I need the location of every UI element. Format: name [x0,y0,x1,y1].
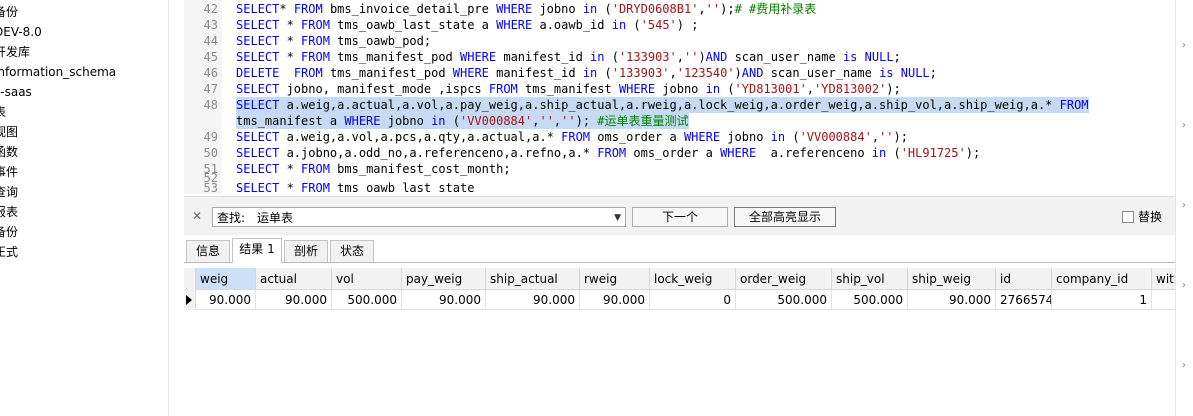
tree-node[interactable]: 备份 [0,222,18,242]
tree-node[interactable]: DEV-8.0 [0,22,42,42]
code-line[interactable]: 47 SELECT jobno, manifest_mode ,ispcs FRO… [184,81,1175,97]
tab-result-1[interactable]: 结果 1 [232,238,282,263]
column-header-actual[interactable]: actual [256,268,332,290]
code-text: SELECT * FROM tms_manifest_pod WHERE man… [236,50,901,64]
tab-status[interactable]: 状态 [330,240,374,262]
column-header-order-weig[interactable]: order_weig [736,268,832,290]
code-text: SELECT * FROM tms_oawb_last_state [236,181,475,194]
code-text: SELECT * FROM tms_oawb_last_state a WHER… [236,18,699,32]
chevron-right-icon[interactable]: › [1182,120,1186,131]
grid-cell[interactable]: 500.000 [332,290,402,310]
row-indicator[interactable] [184,290,196,310]
column-header-lock-weig[interactable]: lock_weig [650,268,736,290]
code-text: SELECT* FROM bms_invoice_detail_pre WHER… [236,2,817,16]
code-line[interactable]: 49 SELECT a.weig,a.vol,a.pcs,a.qty,a.actu… [184,129,1175,145]
line-number: 44 [203,34,218,48]
line-number: 49 [203,130,218,144]
code-line[interactable]: 43 SELECT * FROM tms_oawb_last_state a WH… [184,17,1175,33]
code-text: SELECT a.weig,a.vol,a.pcs,a.qty,a.actual… [236,130,908,144]
line-number: 48 [203,98,218,112]
grid-cell[interactable]: 90.000 [256,290,332,310]
code-line[interactable]: 45 SELECT * FROM tms_manifest_pod WHERE m… [184,49,1175,65]
code-line[interactable]: 46 DELETE FROM tms_manifest_pod WHERE man… [184,65,1175,81]
column-header-id[interactable]: id [996,268,1052,290]
column-header-company-id[interactable]: company_id [1052,268,1152,290]
code-text: SELECT jobno, manifest_mode ,ispcs FROM … [236,82,901,96]
tab-info[interactable]: 信息 [186,240,230,262]
line-number: 45 [203,50,218,64]
code-line[interactable]: 48 SELECT a.weig,a.actual,a.vol,a.pay_wei… [184,97,1175,113]
code-line[interactable]: 44 SELECT * FROM tms_oawb_pod; [184,33,1175,49]
tree-node[interactable]: information_schema [0,62,116,82]
grid-cell[interactable]: 2766574 [996,290,1052,310]
line-number: 42 [203,2,218,16]
code-line[interactable]: 50 SELECT a.jobno,a.odd_no,a.referenceno,… [184,145,1175,161]
tree-node[interactable]: 表 [0,102,6,122]
tree-node[interactable]: 函数 [0,142,18,162]
replace-label: 替换 [1138,210,1163,224]
grid-cell[interactable]: 500.000 [832,290,908,310]
column-header-with[interactable]: with [1152,268,1175,290]
grid-cell[interactable]: 1 [1052,290,1152,310]
grid-cell[interactable]: 90.000 [580,290,650,310]
line-number: 43 [203,18,218,32]
tree-node[interactable]: 开发库 [0,42,30,62]
chevron-down-icon[interactable]: ▼ [614,210,621,226]
chevron-right-icon[interactable]: › [1182,360,1186,371]
grid-cell[interactable]: 0 [650,290,736,310]
code-line[interactable]: 42 SELECT* FROM bms_invoice_detail_pre WH… [184,1,1175,17]
code-line[interactable]: 53 SELECT * FROM tms_oawb_last_state [184,180,1175,194]
grid-cell[interactable]: 90.000 [486,290,580,310]
code-text: DELETE FROM tms_manifest_pod WHERE manif… [236,66,937,80]
find-label: 查找: [217,211,246,225]
find-bar: ✕ 查找: ▼ 下一个 全部高亮显示 替换 [184,196,1175,235]
column-header-rweig[interactable]: rweig [580,268,650,290]
column-header-ship-actual[interactable]: ship_actual [486,268,580,290]
find-input[interactable] [257,209,597,225]
result-grid[interactable]: weig 90.000 actual 90.000 vol 500.000 pay_weig… [184,268,1175,416]
column-header-ship-weig[interactable]: ship_weig [908,268,996,290]
grid-cell[interactable]: 90.000 [196,290,256,310]
result-tabs: 信息 结果 1 剖析 状态 [184,236,1175,263]
line-number: 50 [203,146,218,160]
tree-node[interactable]: 视图 [0,122,18,142]
tree-node[interactable]: 查询 [0,182,18,202]
tree-node[interactable]: 正式 [0,242,18,262]
column-header-ship-vol[interactable]: ship_vol [832,268,908,290]
column-header-vol[interactable]: vol [332,268,402,290]
grid-cell[interactable]: 90.000 [402,290,486,310]
highlight-all-button[interactable]: 全部高亮显示 [734,207,836,227]
line-number: 47 [203,82,218,96]
close-icon[interactable]: ✕ [192,209,202,223]
find-next-button[interactable]: 下一个 [632,207,728,227]
tree-node[interactable]: 备份 [0,2,18,22]
code-text: SELECT a.jobno,a.odd_no,a.referenceno,a.… [236,146,981,160]
column-header-pay-weig[interactable]: pay_weig [402,268,486,290]
grid-cell[interactable]: 90.000 [908,290,996,310]
right-collapsed-panel: › › › › › [1175,0,1193,416]
replace-checkbox[interactable] [1122,211,1134,223]
sql-editor[interactable]: 42 SELECT* FROM bms_invoice_detail_pre WH… [184,0,1175,194]
code-text: tms_manifest a WHERE jobno in ('VV000884… [236,113,689,129]
tree-node[interactable]: s-saas [0,82,32,102]
line-number: 53 [203,181,218,194]
chevron-right-icon[interactable]: › [1182,40,1186,51]
column-header-weig[interactable]: weig [196,268,256,290]
chevron-right-icon[interactable]: › [1182,280,1186,291]
line-number: 46 [203,66,218,80]
code-text: SELECT * FROM tms_oawb_pod; [236,34,432,48]
find-combobox[interactable]: 查找: ▼ [212,207,626,227]
row-pointer-icon [186,295,192,305]
code-text: SELECT a.weig,a.actual,a.vol,a.pay_weig,… [236,97,1089,113]
tab-profile[interactable]: 剖析 [284,240,328,262]
tree-node[interactable]: 事件 [0,162,18,182]
tree-node[interactable]: 报表 [0,202,18,222]
grid-corner [184,268,196,290]
grid-cell[interactable] [1152,290,1175,310]
navigation-tree: 备份 DEV-8.0 开发库 information_schema s-saas… [0,0,169,416]
chevron-right-icon[interactable]: › [1182,200,1186,211]
code-line[interactable]: tms_manifest a WHERE jobno in ('VV000884… [184,113,1175,129]
grid-cell[interactable]: 500.000 [736,290,832,310]
